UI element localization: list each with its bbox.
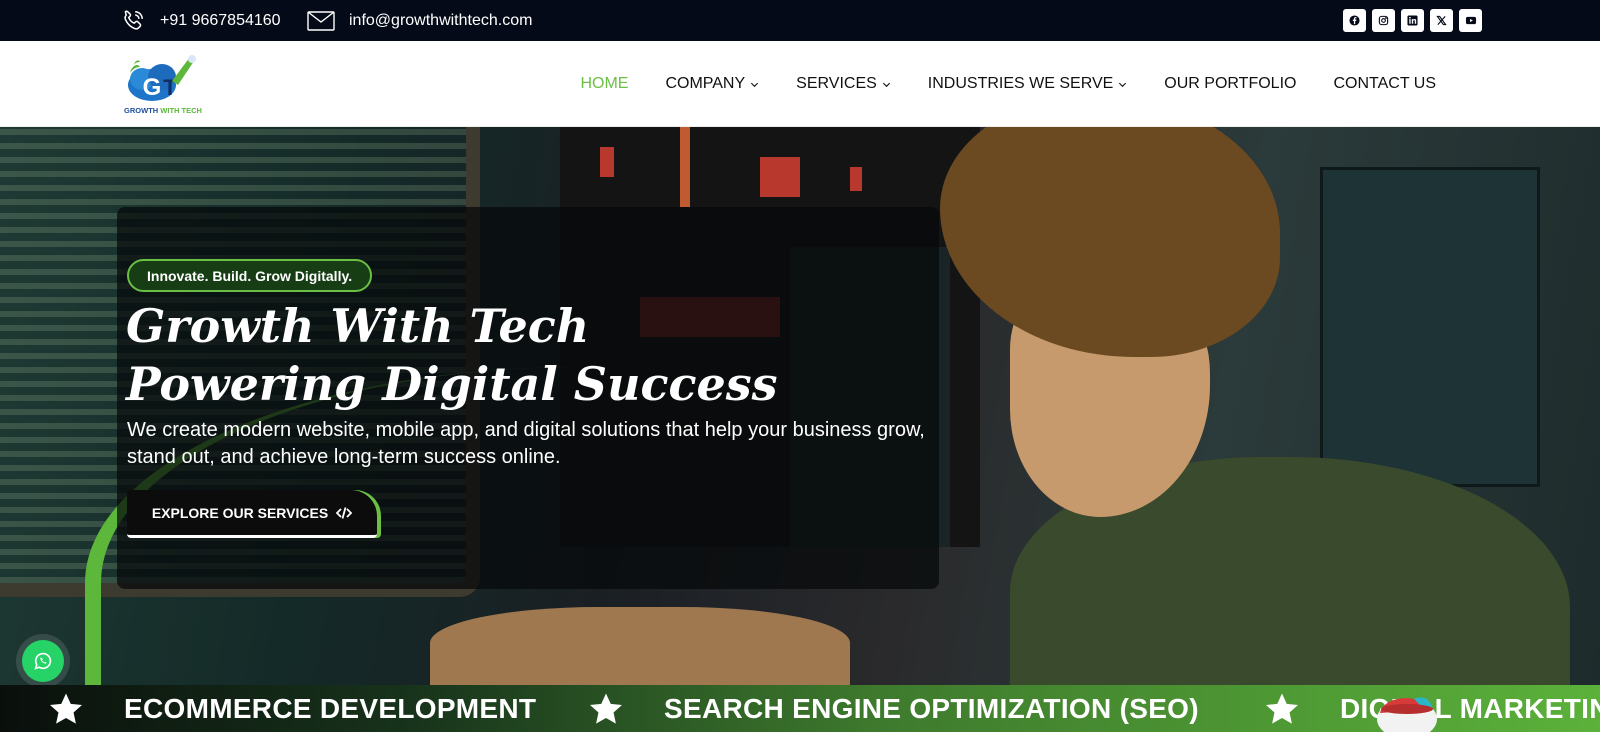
- marquee-item: SEARCH ENGINE OPTIMIZATION (SEO): [588, 685, 1199, 732]
- nav-home[interactable]: HOME: [580, 75, 628, 93]
- nav-industries[interactable]: INDUSTRIES WE SERVE: [928, 75, 1128, 93]
- star-icon: [590, 692, 622, 724]
- linkedin-icon[interactable]: [1401, 9, 1424, 32]
- hero-illustration-hair: [940, 127, 1280, 357]
- explore-services-label: EXPLORE OUR SERVICES: [151, 504, 329, 521]
- instagram-icon[interactable]: [1372, 9, 1395, 32]
- chat-mascot-icon[interactable]: [1370, 689, 1440, 732]
- youtube-icon[interactable]: [1459, 9, 1482, 32]
- svg-text:G: G: [143, 74, 162, 101]
- chevron-down-icon: [1119, 82, 1127, 87]
- nav-industries-label: INDUSTRIES WE SERVE: [927, 75, 1114, 92]
- star-icon: [50, 692, 82, 724]
- chevron-down-icon: [882, 82, 890, 87]
- logo-text: GROWTH WITH TECH: [124, 106, 202, 115]
- nav-services[interactable]: SERVICES: [796, 75, 891, 93]
- social-links: [1343, 9, 1482, 32]
- hero-illustration-window: [1320, 167, 1540, 487]
- email-contact[interactable]: info@growthwithtech.com: [307, 0, 532, 41]
- email-address: info@growthwithtech.com: [349, 11, 533, 29]
- marquee-item-label: SEARCH ENGINE OPTIMIZATION (SEO): [664, 692, 1199, 724]
- marquee-item-label: ECOMMERCE DEVELOPMENT: [124, 692, 537, 724]
- chevron-down-icon: [751, 82, 759, 87]
- star-icon: [1266, 692, 1298, 724]
- logo-mark-icon: G T: [128, 55, 196, 101]
- hero-subtitle: We create modern website, mobile app, an…: [127, 419, 925, 468]
- phone-icon: [124, 10, 143, 30]
- whatsapp-icon: [34, 652, 52, 670]
- whatsapp-button[interactable]: [22, 640, 64, 682]
- mail-icon: [307, 10, 335, 31]
- nav-contact-label: CONTACT US: [1333, 75, 1436, 92]
- nav-portfolio-label: OUR PORTFOLIO: [1164, 75, 1297, 92]
- x-icon[interactable]: [1430, 9, 1453, 32]
- hero-title-line-1: Growth With Tech: [126, 299, 590, 353]
- nav-company[interactable]: COMPANY: [665, 75, 759, 93]
- nav-portfolio[interactable]: OUR PORTFOLIO: [1164, 75, 1296, 93]
- hero-section: Innovate. Build. Grow Digitally. Growth …: [0, 127, 1600, 685]
- top-bar: +91 9667854160 info@growthwithtech.com: [0, 0, 1600, 41]
- hero-tagline: Innovate. Build. Grow Digitally.: [127, 259, 373, 292]
- nav-home-label: HOME: [580, 75, 629, 92]
- services-marquee: ECOMMERCE DEVELOPMENT SEARCH ENGINE OPTI…: [0, 685, 1600, 732]
- hero-title-line-2: Powering Digital Success: [126, 357, 778, 411]
- nav-services-label: SERVICES: [796, 75, 877, 92]
- marquee-item: ECOMMERCE DEVELOPMENT: [48, 685, 536, 732]
- hero-title: Growth With Tech Powering Digital Succes…: [126, 297, 778, 413]
- nav-contact[interactable]: CONTACT US: [1333, 75, 1436, 93]
- code-icon: [336, 506, 353, 519]
- phone-contact[interactable]: +91 9667854160: [120, 0, 281, 41]
- main-nav: HOME COMPANY SERVICES INDUSTRIES WE SERV…: [580, 41, 1436, 127]
- site-logo[interactable]: G T GROWTH WITH TECH: [122, 51, 204, 117]
- explore-services-button[interactable]: EXPLORE OUR SERVICES: [127, 490, 377, 538]
- nav-company-label: COMPANY: [665, 75, 746, 92]
- facebook-icon[interactable]: [1343, 9, 1366, 32]
- site-header: G T GROWTH WITH TECH HOME COMPANY SERVIC…: [0, 41, 1600, 127]
- phone-number: +91 9667854160: [160, 11, 281, 29]
